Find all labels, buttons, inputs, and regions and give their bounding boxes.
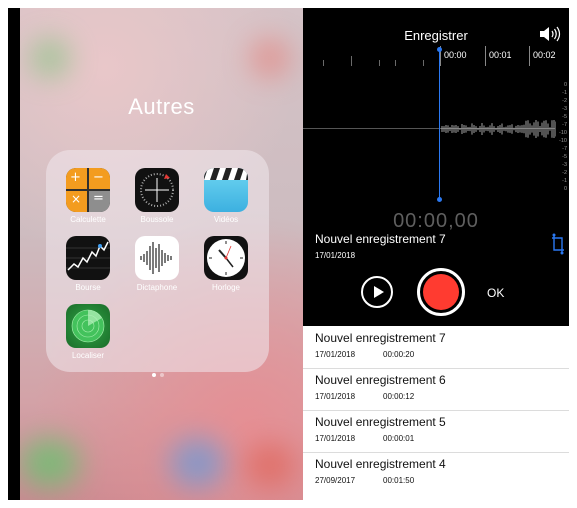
page-indicator[interactable] (46, 364, 269, 382)
db-label: -5 (562, 154, 567, 160)
app-label: Bourse (75, 283, 101, 292)
db-label: -5 (562, 114, 567, 120)
recording-duration: 00:00:12 (383, 392, 415, 401)
compass-icon (135, 168, 179, 212)
current-recording-date: 17/01/2018 (315, 251, 356, 260)
page-dot (159, 373, 164, 377)
app-label: Vidéos (213, 215, 239, 224)
ruler-time: 00:00 (444, 50, 467, 60)
db-label: -7 (562, 122, 567, 128)
recorder-title: Enregistrer (404, 28, 468, 43)
db-label: -10 (559, 130, 567, 136)
elapsed-timer: 00:00,00 (393, 210, 479, 232)
app-label: Boussole (140, 215, 174, 224)
list-item[interactable]: Nouvel enregistrement 5 17/01/2018 00:00… (303, 410, 569, 453)
list-item[interactable]: Nouvel enregistrement 4 27/09/2017 00:01… (303, 452, 569, 494)
db-label: -3 (562, 106, 567, 112)
list-item[interactable]: Nouvel enregistrement 7 17/01/2018 00:00… (303, 326, 569, 369)
recording-name: Nouvel enregistrement 7 (315, 331, 446, 345)
speaker-icon[interactable] (539, 26, 561, 42)
blurred-dock-icon (20, 438, 80, 488)
list-item[interactable]: Nouvel enregistrement 6 17/01/2018 00:00… (303, 368, 569, 411)
playhead[interactable] (439, 50, 440, 200)
recorder-panel: Enregistrer 00:00 00:01 00:02 0 -1 -2 -3… (303, 8, 569, 500)
recording-duration: 00:00:01 (383, 434, 415, 443)
waveform-area[interactable]: 0 -1 -2 -3 -5 -7 -10 -10 -7 -5 -3 -2 -1 … (303, 68, 569, 198)
waveform (441, 120, 556, 138)
recording-date: 17/01/2018 (315, 350, 356, 359)
recording-date: 27/09/2017 (315, 476, 356, 485)
db-label: -3 (562, 162, 567, 168)
db-label: -7 (562, 146, 567, 152)
db-label: -1 (562, 90, 567, 96)
recordings-list: Nouvel enregistrement 7 17/01/2018 00:00… (303, 326, 569, 500)
folder-title: Autres (128, 94, 195, 119)
current-recording-name[interactable]: Nouvel enregistrement 7 (315, 232, 446, 246)
blurred-app-icon (250, 38, 290, 78)
app-calculette[interactable]: + − × = Calculette (58, 168, 118, 224)
app-localiser[interactable]: Localiser (58, 304, 118, 360)
stocks-icon (66, 236, 110, 280)
recording-date: 17/01/2018 (315, 392, 356, 401)
db-label: 0 (563, 186, 567, 192)
recording-duration: 00:00:20 (383, 350, 415, 359)
ok-button[interactable]: OK (487, 286, 504, 300)
play-button[interactable] (361, 276, 393, 308)
app-boussole[interactable]: Boussole (127, 168, 187, 224)
trim-icon[interactable] (551, 233, 565, 255)
recording-date: 17/01/2018 (315, 434, 356, 443)
app-label: Calculette (70, 215, 106, 224)
screen: Autres + − × = Calculette Boussole Vidéo… (8, 8, 569, 500)
db-label: -2 (562, 170, 567, 176)
app-bourse[interactable]: Bourse (58, 236, 118, 292)
app-label: Localiser (71, 351, 104, 360)
calculator-icon: + − × = (66, 168, 110, 212)
db-label: -10 (559, 138, 567, 144)
db-label: -1 (562, 178, 567, 184)
db-scale: 0 -1 -2 -3 -5 -7 -10 -10 -7 -5 -3 -2 -1 … (555, 68, 567, 198)
app-folder: + − × = Calculette Boussole Vidéos Bours… (46, 150, 269, 377)
app-horloge[interactable]: Horloge (196, 236, 256, 292)
recording-name: Nouvel enregistrement 5 (315, 415, 446, 429)
playhead-bottom-handle[interactable] (437, 197, 442, 202)
recording-duration: 00:01:50 (383, 476, 415, 485)
ruler-time: 00:01 (489, 50, 512, 60)
page-dot-active (151, 373, 156, 377)
ruler-time: 00:02 (533, 50, 556, 60)
blurred-dock-icon (245, 443, 295, 488)
clock-icon (204, 236, 248, 280)
db-label: 0 (563, 82, 567, 88)
app-dictaphone[interactable]: Dictaphone (127, 236, 187, 292)
recording-name: Nouvel enregistrement 6 (315, 373, 446, 387)
blurred-dock-icon (170, 438, 225, 488)
recording-name: Nouvel enregistrement 4 (315, 457, 446, 471)
home-screen: Autres + − × = Calculette Boussole Vidéo… (20, 8, 303, 500)
playhead-top-handle[interactable] (437, 47, 442, 52)
record-dot (423, 274, 459, 310)
record-button[interactable] (417, 268, 465, 316)
clapperboard-icon (204, 168, 248, 212)
waveform-icon (135, 236, 179, 280)
blurred-app-icon (30, 38, 70, 78)
app-label: Dictaphone (136, 283, 178, 292)
db-label: -2 (562, 98, 567, 104)
radar-icon (66, 304, 110, 348)
app-label: Horloge (211, 283, 240, 292)
time-ruler: 00:00 00:01 00:02 (303, 46, 569, 66)
app-videos[interactable]: Vidéos (196, 168, 256, 224)
